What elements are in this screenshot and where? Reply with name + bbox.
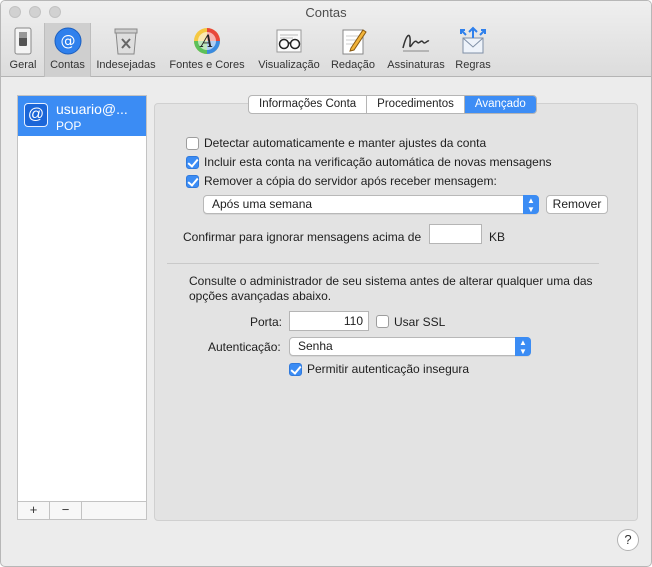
switch-icon: [14, 27, 32, 55]
remove-after-select[interactable]: Após uma semana ▲ ▼: [203, 195, 539, 214]
accounts-list-footer: + −: [18, 501, 146, 519]
admin-note-line-1: Consulte o administrador de seu sistema …: [189, 274, 593, 288]
svg-text:A: A: [199, 32, 213, 52]
divider: [167, 263, 599, 264]
window-title: Contas: [305, 5, 347, 20]
chevron-updown-icon: ▲ ▼: [523, 195, 539, 214]
help-button[interactable]: ?: [617, 529, 639, 551]
port-label: Porta:: [250, 315, 283, 329]
remove-copy-checkbox[interactable]: [186, 175, 199, 188]
insecure-auth-checkbox[interactable]: [289, 363, 302, 376]
auth-select[interactable]: Senha ▲ ▼: [289, 337, 531, 356]
toolbar-item-assinaturas[interactable]: Assinaturas: [383, 23, 449, 77]
add-account-button[interactable]: +: [18, 502, 50, 519]
preferences-window: Contas Geral @ Contas Indesejadas A Font…: [0, 0, 652, 567]
remove-after-value: Após uma semana: [212, 197, 313, 211]
chevron-updown-icon: ▲ ▼: [515, 337, 531, 356]
port-input[interactable]: 110: [289, 311, 369, 331]
toolbar: Contas Geral @ Contas Indesejadas A Font…: [1, 1, 651, 77]
auth-label: Autenticação:: [208, 340, 281, 354]
admin-note-line-2: opções avançadas abaixo.: [189, 289, 332, 303]
toolbar-item-regras[interactable]: Regras: [452, 23, 494, 77]
toolbar-item-geral[interactable]: Geral: [5, 23, 41, 77]
toolbar-item-redacao[interactable]: Redação: [327, 23, 379, 77]
signature-icon: [402, 34, 430, 52]
at-sign-icon: @: [54, 27, 81, 55]
remove-button[interactable]: Remover: [546, 195, 608, 214]
size-limit-input[interactable]: [429, 224, 482, 244]
use-ssl-label: Usar SSL: [394, 315, 446, 329]
tab-procedimentos[interactable]: Procedimentos: [367, 96, 465, 113]
size-unit-label: KB: [489, 230, 506, 244]
junk-trash-icon: [114, 28, 138, 55]
auth-value: Senha: [298, 339, 333, 353]
tab-informacoes-conta[interactable]: Informações Conta: [249, 96, 368, 113]
include-check-checkbox[interactable]: [186, 156, 199, 169]
tab-avancado[interactable]: Avançado: [464, 96, 536, 113]
toolbar-item-visualizacao[interactable]: Visualização: [255, 23, 323, 77]
include-check-label: Incluir esta conta na verificação automá…: [204, 155, 552, 169]
account-row[interactable]: @ usuario@... POP: [18, 96, 146, 136]
rules-envelope-icon: [460, 26, 486, 54]
remove-copy-label: Remover a cópia do servidor após receber…: [204, 174, 497, 188]
pencil-notepad-icon: [342, 29, 367, 55]
font-color-icon: A: [194, 28, 220, 54]
account-type: POP: [56, 119, 82, 133]
glasses-icon: [276, 29, 302, 53]
auto-detect-label: Detectar automaticamente e manter ajuste…: [204, 136, 487, 150]
toolbar-item-fontes-e-cores[interactable]: A Fontes e Cores: [165, 23, 249, 77]
confirm-label: Confirmar para ignorar mensagens acima d…: [183, 230, 422, 244]
tab-bar: Informações Conta Procedimentos Avançado: [248, 95, 537, 114]
accounts-list: @ usuario@... POP + −: [17, 95, 147, 520]
at-sign-icon: @: [24, 103, 48, 127]
account-name: usuario@...: [56, 101, 128, 117]
toolbar-item-indesejadas[interactable]: Indesejadas: [93, 23, 159, 77]
svg-text:@: @: [60, 32, 75, 50]
remove-account-button[interactable]: −: [50, 502, 82, 519]
insecure-auth-label: Permitir autenticação insegura: [307, 362, 470, 376]
toolbar-item-contas[interactable]: @ Contas: [44, 23, 91, 77]
use-ssl-checkbox[interactable]: [376, 315, 389, 328]
auto-detect-checkbox[interactable]: [186, 137, 199, 150]
